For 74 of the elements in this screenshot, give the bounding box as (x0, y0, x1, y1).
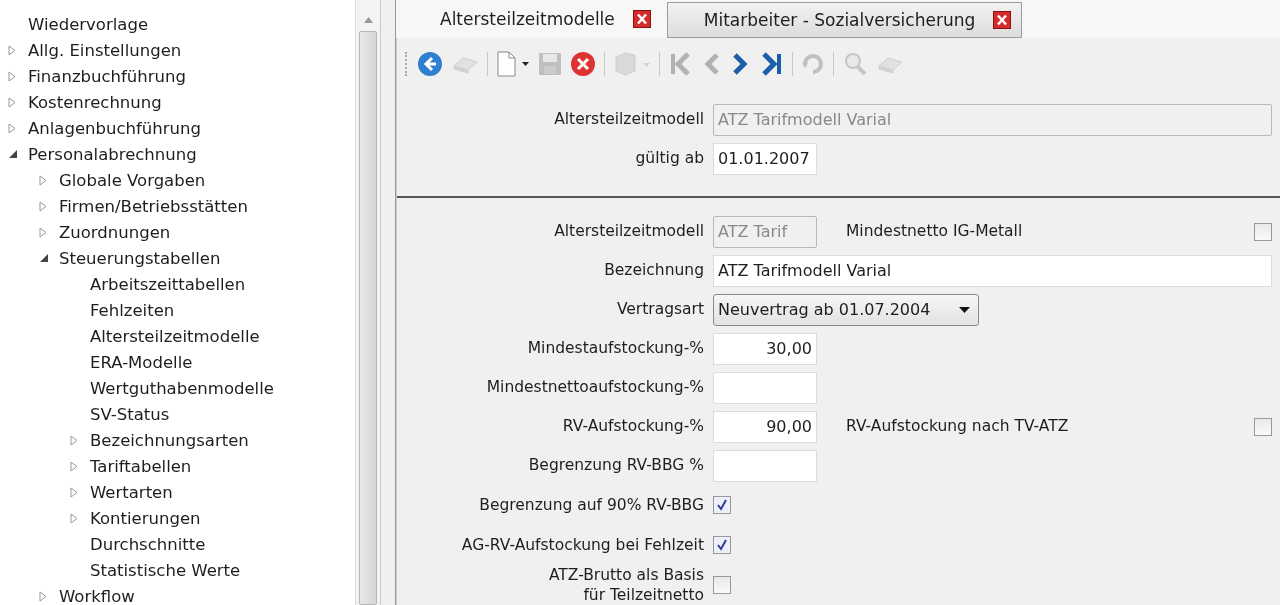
checkbox[interactable] (1254, 417, 1272, 436)
tree-item[interactable]: Wertguthabenmodelle (90, 378, 274, 398)
expand-arrow-icon[interactable] (8, 122, 16, 134)
field-label: AG-RV-Aufstockung bei Fehlzeit (460, 534, 704, 556)
tree-item[interactable]: Workflow (59, 586, 135, 605)
field-label: Mindestnettoaufstockung-% (485, 377, 704, 398)
tree-item[interactable]: Allg. Einstellungen (28, 40, 182, 60)
input-field[interactable]: 30,00 (713, 332, 817, 365)
tree-item[interactable]: ERA-Modelle (90, 352, 193, 372)
tree-item[interactable]: Wertarten (90, 482, 173, 502)
expand-arrow-icon[interactable] (70, 486, 78, 498)
input-field[interactable]: ATZ Tarifmodell Varial (713, 254, 1272, 287)
expand-arrow-icon[interactable] (39, 590, 47, 602)
back-icon[interactable] (417, 51, 443, 77)
field-label: RV-Aufstockung-% (561, 416, 704, 437)
tree-item[interactable]: Kostenrechnung (28, 92, 162, 112)
tree-item[interactable]: Tariftabellen (90, 456, 192, 476)
field-label: Altersteilzeitmodell (553, 221, 704, 242)
input-field[interactable]: 01.01.2007 (713, 142, 817, 175)
checkbox-label: RV-Aufstockung nach TV-ATZ (846, 416, 1070, 437)
field-label: Bezeichnung (603, 260, 704, 281)
next-icon[interactable] (730, 51, 750, 77)
tree-item[interactable]: Statistische Werte (90, 560, 241, 580)
tree-item[interactable]: Zuordnungen (59, 222, 171, 242)
expand-arrow-icon[interactable] (8, 96, 16, 108)
expand-arrow-icon[interactable] (39, 226, 47, 238)
tree-item[interactable]: Personalabrechnung (28, 144, 197, 164)
expand-arrow-icon[interactable] (8, 70, 16, 82)
close-icon[interactable] (632, 10, 651, 28)
checkbox-label: Mindestnetto IG-Metall (846, 221, 1024, 242)
scrollbar[interactable] (355, 0, 381, 605)
expand-arrow-icon[interactable] (39, 174, 47, 186)
tree-item[interactable]: Altersteilzeitmodelle (90, 326, 260, 346)
field-label: Mindestaufstockung-% (526, 338, 704, 359)
delete-icon[interactable] (570, 51, 596, 77)
tree-item[interactable]: Finanzbuchführung (28, 66, 186, 86)
tree-item[interactable]: Bezeichnungsarten (90, 430, 249, 450)
expand-arrow-icon[interactable] (39, 200, 47, 212)
field-label: Vertragsart (615, 299, 704, 320)
splitter-bar[interactable] (381, 0, 396, 605)
tree-item[interactable]: Arbeitszeittabellen (90, 274, 246, 294)
tree-item[interactable]: Steuerungstabellen (59, 248, 221, 268)
tree-item[interactable]: Durchschnitte (90, 534, 206, 554)
new-document-icon[interactable] (496, 51, 530, 77)
tree-item[interactable]: Anlagenbuchführung (28, 118, 201, 138)
collapse-arrow-icon[interactable] (8, 149, 18, 159)
field-label: Altersteilzeitmodell (553, 109, 704, 130)
collapse-arrow-icon[interactable] (39, 253, 49, 263)
expand-arrow-icon[interactable] (70, 434, 78, 446)
expand-arrow-icon[interactable] (8, 44, 16, 56)
checkbox[interactable] (713, 496, 731, 514)
tree-item[interactable]: Wiedervorlage (28, 14, 149, 34)
field-label: Begrenzung auf 90% RV-BBG (478, 494, 704, 516)
close-icon[interactable] (993, 11, 1012, 29)
input-field[interactable] (713, 371, 817, 404)
caret-icon (959, 306, 970, 313)
field-label: gültig ab (634, 148, 704, 169)
tree-item[interactable]: SV-Status (90, 404, 170, 424)
scroll-up-icon[interactable] (363, 17, 373, 23)
tree-item[interactable]: Fehlzeiten (90, 300, 175, 320)
tree-item[interactable]: Globale Vorgaben (59, 170, 206, 190)
field-label: Begrenzung RV-BBG % (527, 455, 704, 476)
scroll-thumb[interactable] (359, 31, 377, 605)
expand-arrow-icon[interactable] (70, 460, 78, 472)
dropdown[interactable]: Neuvertrag ab 01.07.2004 (713, 293, 979, 326)
field-label: ATZ-Brutto als Basis für Teilzeitnetto (547, 565, 704, 605)
checkbox[interactable] (713, 576, 731, 595)
input-field[interactable]: 90,00 (713, 410, 817, 443)
expand-arrow-icon[interactable] (70, 512, 78, 524)
checkbox[interactable] (713, 536, 731, 554)
tree-item[interactable]: Kontierungen (90, 508, 201, 528)
input-field[interactable] (713, 449, 817, 482)
tree-item[interactable]: Firmen/Betriebsstätten (59, 196, 248, 216)
tab[interactable]: Mitarbeiter - Sozialversicherung (666, 2, 1023, 38)
